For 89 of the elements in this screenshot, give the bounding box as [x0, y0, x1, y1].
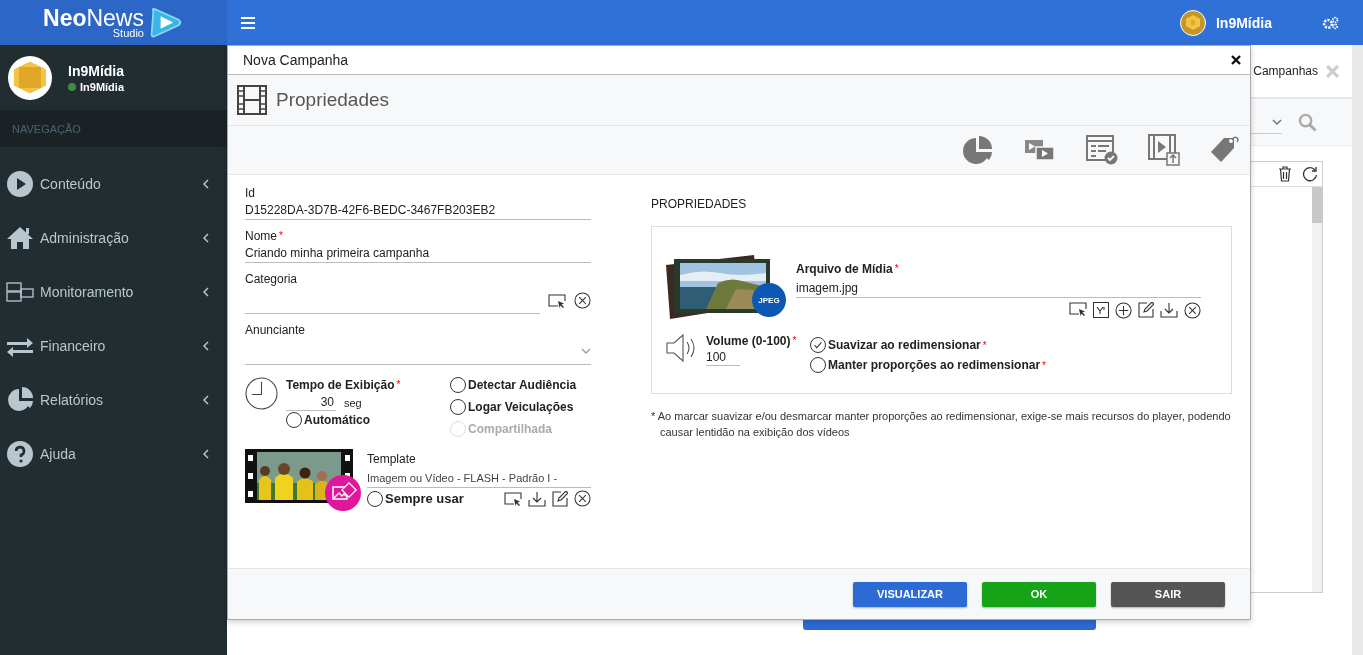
clear-icon[interactable]: [574, 490, 591, 507]
required-mark: *: [279, 229, 283, 243]
chevron-down-icon: [581, 348, 591, 354]
chevron-icon: [203, 341, 209, 351]
field-label: Arquivo de Mídia: [796, 261, 893, 277]
nav-item[interactable]: Administração: [0, 211, 227, 265]
section-header: NAVEGAÇÃO: [0, 110, 227, 147]
home-icon: [6, 224, 34, 252]
required-mark: *: [792, 334, 797, 348]
field-label: Categoria: [245, 271, 298, 287]
video-files-icon[interactable]: [1024, 137, 1056, 163]
chevron-icon: [203, 449, 209, 459]
film-icon: [237, 85, 267, 115]
option-label: Compartilhada: [468, 422, 552, 436]
logo-text: NeoNews: [43, 6, 144, 30]
pie-chart-icon[interactable]: [962, 134, 994, 166]
clear-icon[interactable]: [574, 292, 591, 309]
text-field[interactable]: imagem.jpg: [796, 279, 1201, 298]
field-label: Volume (0-100): [706, 333, 791, 349]
trash-icon[interactable]: [1278, 166, 1292, 182]
dialog-button[interactable]: SAIR: [1111, 581, 1225, 607]
chevron-icon: [203, 233, 209, 243]
nav-item[interactable]: Ajuda: [0, 427, 227, 481]
nav-item[interactable]: Financeiro: [0, 319, 227, 373]
logo-subtitle: Studio: [112, 27, 144, 39]
add-icon[interactable]: [1115, 302, 1132, 319]
select-pointer-icon[interactable]: [1069, 302, 1087, 316]
chevron-icon: [203, 395, 209, 405]
option-label: Manter proporções ao redimensionar: [828, 358, 1041, 372]
section-title: Propriedades: [276, 89, 390, 111]
download-icon[interactable]: [528, 490, 546, 507]
chevron-icon: [203, 179, 209, 189]
chevron-icon: [203, 287, 209, 297]
download-icon[interactable]: [1160, 302, 1178, 318]
dialog-button[interactable]: VISUALIZAR: [853, 581, 967, 607]
section-heading: PROPRIEDADES: [651, 197, 748, 211]
text-field[interactable]: D15228DA-3D7B-42F6-BEDC-3467FB203EB2: [245, 201, 591, 220]
nav-item[interactable]: Conteúdo: [0, 157, 227, 211]
chevron-down-icon: [1272, 118, 1282, 125]
number-field[interactable]: 30: [286, 394, 336, 411]
nav-item[interactable]: Monitoramento: [0, 265, 227, 319]
play-icon: [6, 170, 34, 198]
edit-icon[interactable]: [1138, 302, 1154, 318]
text-field[interactable]: Imagem ou Vídeo - FLASH - Padrão I -: [367, 469, 591, 488]
user-name[interactable]: In9Mídia: [1216, 14, 1272, 31]
avatar[interactable]: [1180, 9, 1206, 36]
help-icon: [6, 440, 34, 468]
select-pointer-icon[interactable]: [548, 293, 566, 308]
field-label: Nome: [245, 228, 277, 244]
number-field[interactable]: 100: [706, 349, 740, 366]
checkmark-icon: [812, 339, 824, 351]
edit-icon[interactable]: [552, 490, 568, 507]
required-mark: *: [982, 339, 987, 351]
image-film-icon: [325, 475, 361, 511]
option-label: Sempre usar: [385, 491, 464, 506]
field-label: Id: [245, 185, 255, 201]
scrollbar[interactable]: [1352, 45, 1363, 655]
required-mark: *: [1042, 359, 1046, 371]
field-label: Tempo de Exibição: [286, 377, 395, 393]
refresh-icon[interactable]: [1302, 166, 1318, 182]
text-field[interactable]: Criando minha primeira campanha: [245, 244, 591, 263]
option-label: Detectar Audiência: [468, 378, 577, 392]
option-label: Suavizar ao redimensionar: [828, 338, 981, 352]
field-label: Template: [367, 451, 417, 467]
unit-label: seg: [344, 396, 362, 409]
avatar: [8, 55, 52, 100]
option-label: Automático: [304, 413, 370, 427]
select-pointer-icon[interactable]: [504, 491, 522, 506]
user-name: In9Mídia: [68, 62, 124, 79]
gears-icon[interactable]: [1322, 15, 1339, 30]
checklist-icon[interactable]: [1086, 135, 1118, 165]
file-type-badge: JPEG: [752, 283, 786, 317]
pie-icon: [6, 386, 34, 414]
user-status: In9Mídia: [80, 80, 124, 93]
note-text: * Ao marcar suavizar e/ou desmarcar manter proporções ao redimensionar, exige-se mais recursos do player, podendo causar lentidão na exibição dos vídeos: [651, 409, 1232, 440]
required-mark: *: [894, 262, 899, 276]
menu-icon[interactable]: [241, 16, 255, 29]
clear-icon[interactable]: [1184, 302, 1201, 319]
field-label: Anunciante: [245, 322, 306, 338]
video-upload-icon[interactable]: [1148, 134, 1180, 166]
scrollbar[interactable]: [1312, 187, 1322, 592]
play-logo-icon: [148, 7, 184, 38]
option-label: Logar Veiculações: [468, 400, 574, 414]
close-icon[interactable]: [1231, 55, 1241, 65]
tab[interactable]: Campanhas: [1253, 64, 1318, 78]
clock-icon: [245, 377, 278, 410]
dialog-title: Nova Campanha: [243, 52, 349, 68]
required-mark: *: [396, 378, 401, 392]
nav-item[interactable]: Relatórios: [0, 373, 227, 427]
